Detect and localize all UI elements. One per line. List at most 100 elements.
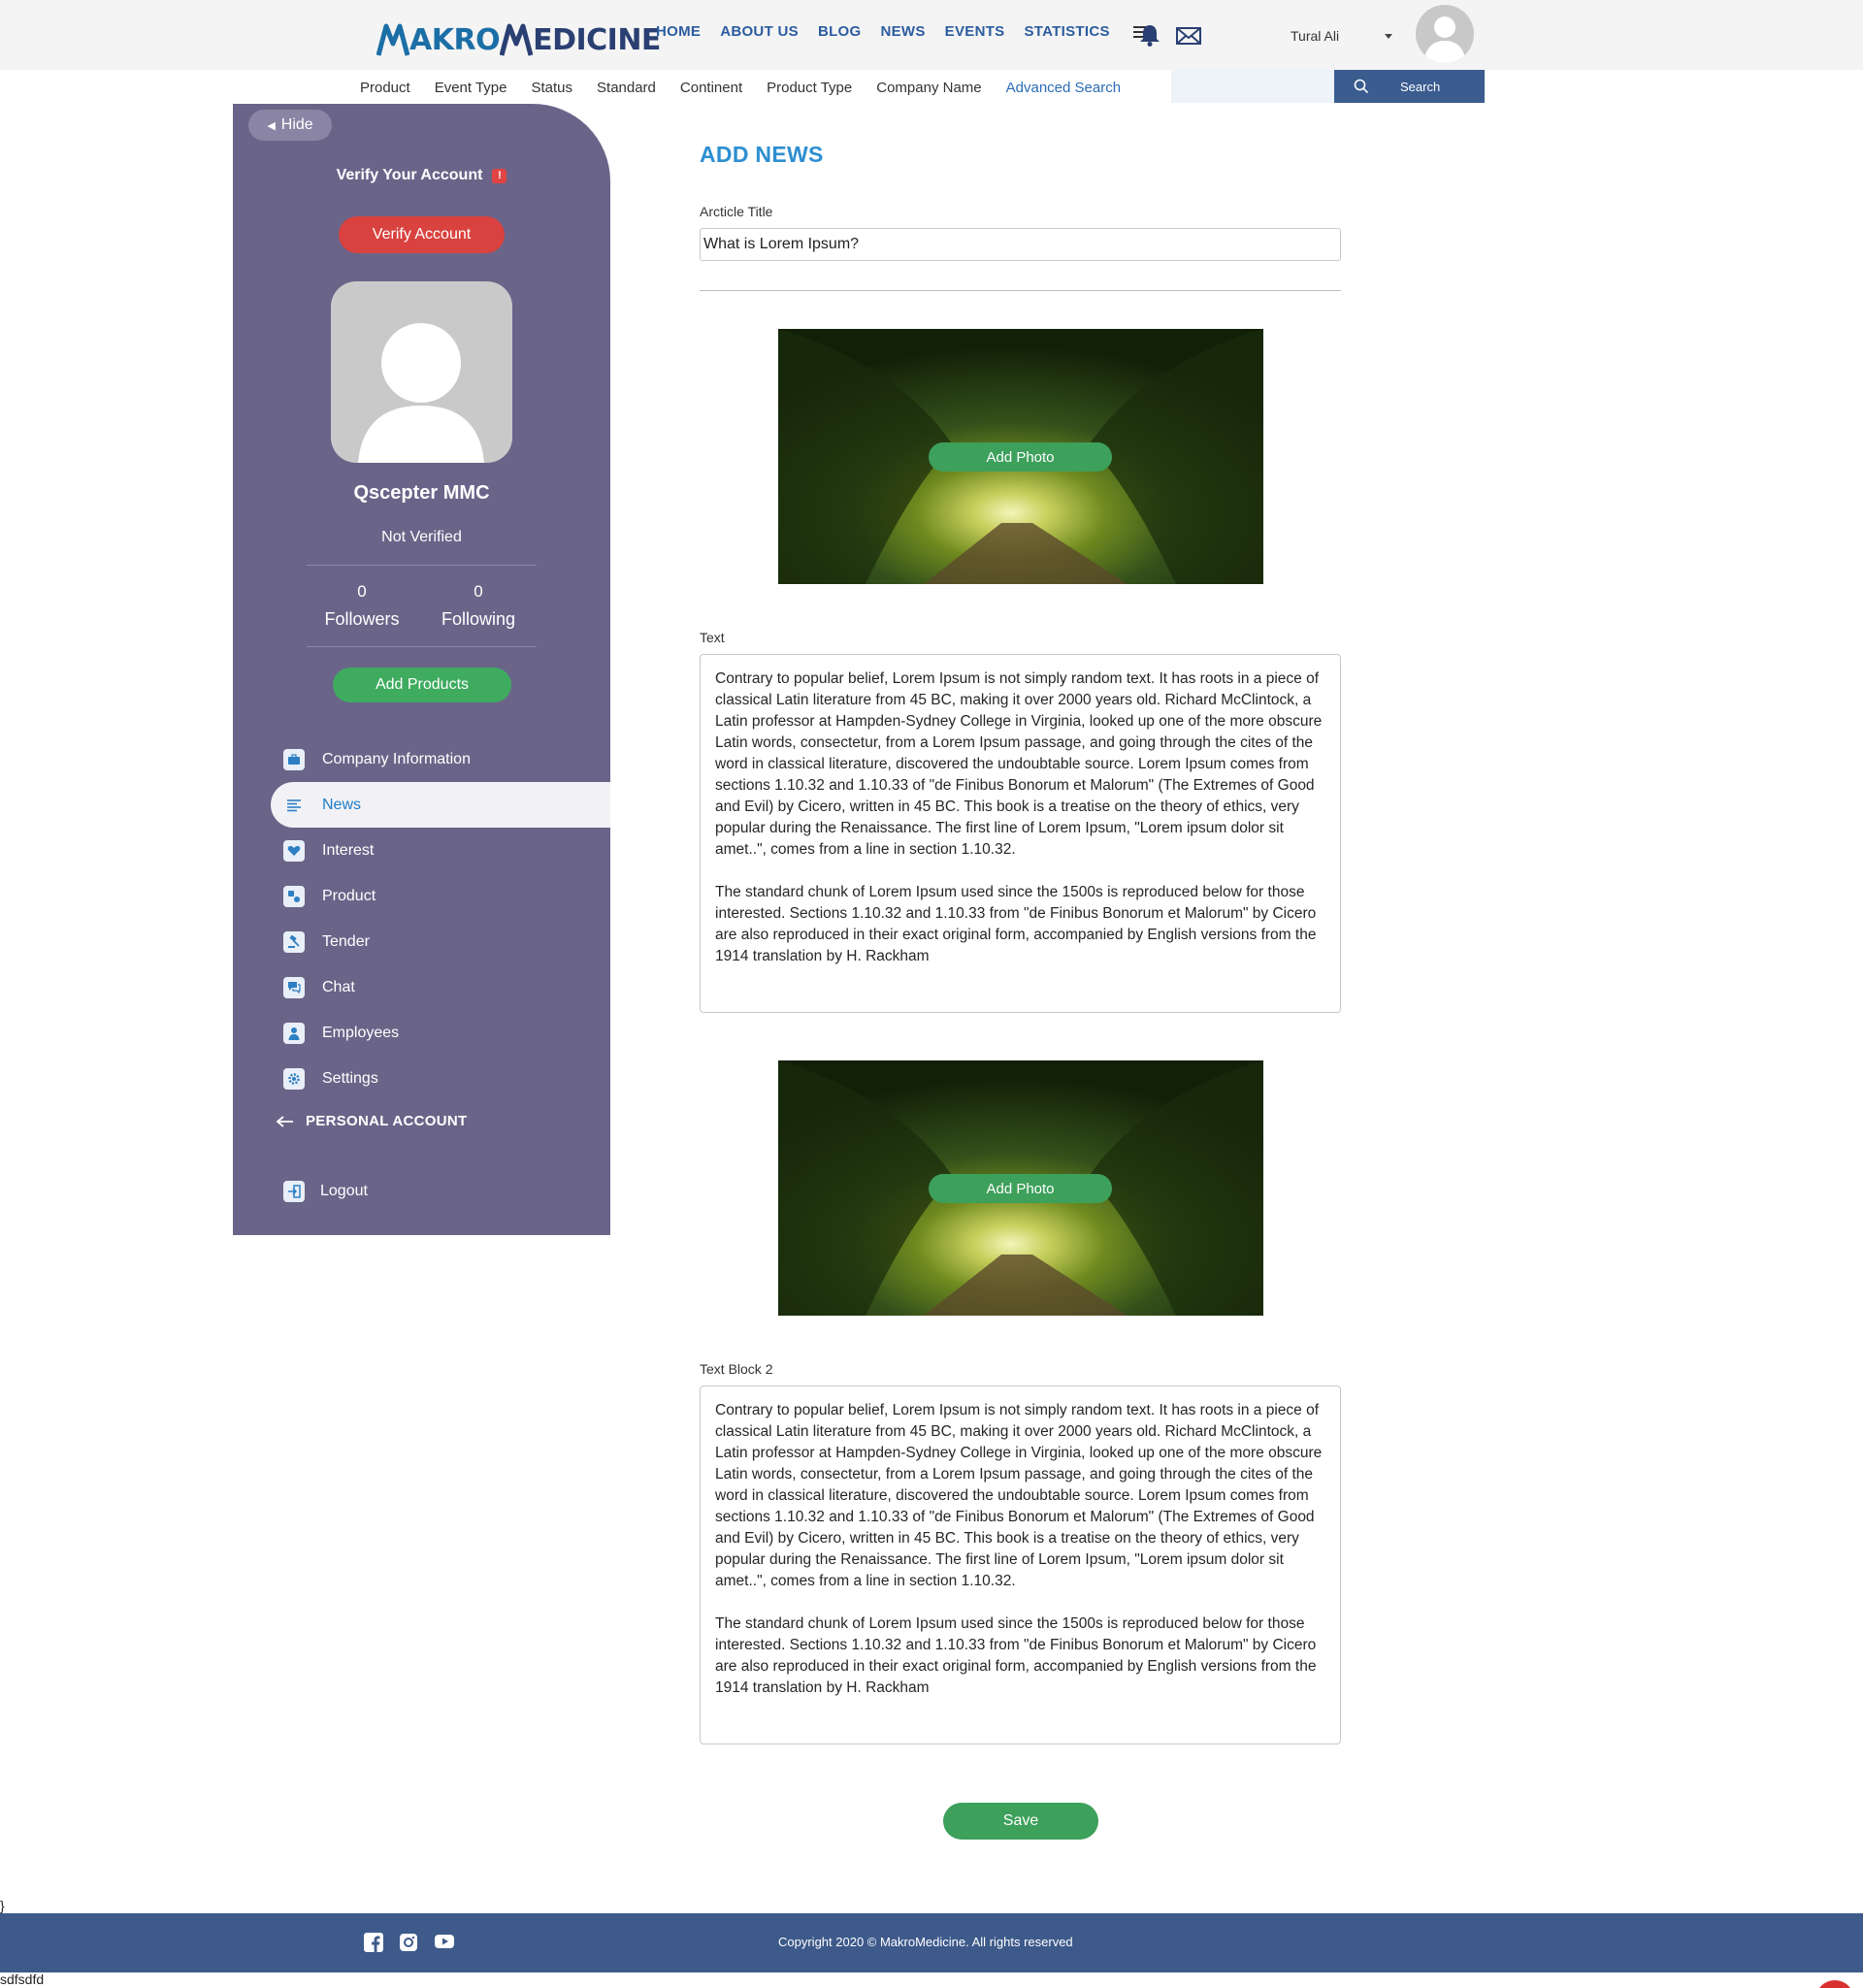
search-input[interactable] (1171, 70, 1334, 103)
filter-company-name[interactable]: Company Name (876, 80, 981, 96)
text-paragraph: Contrary to popular belief, Lorem Ipsum … (715, 670, 1323, 858)
text-block-2-area[interactable]: Contrary to popular belief, Lorem Ipsum … (700, 1385, 1341, 1744)
sidebar-item-chat[interactable]: Chat (271, 964, 610, 1010)
filter-continent[interactable]: Continent (680, 80, 742, 96)
search-button[interactable]: Search (1334, 70, 1485, 103)
search-icon (1354, 79, 1369, 97)
verify-title-text: Verify Your Account (336, 167, 483, 183)
sidebar-item-employees[interactable]: Employees (271, 1010, 610, 1056)
filter-event-type[interactable]: Event Type (435, 80, 507, 96)
youtube-icon[interactable] (434, 1933, 455, 1957)
logo-text-makro: AKRO (409, 22, 501, 57)
logo-m-icon (376, 23, 409, 56)
filter-product[interactable]: Product (360, 80, 410, 96)
sidebar-item-label: Company Information (322, 750, 471, 767)
copyright-text: Copyright 2020 © MakroMedicine. All righ… (778, 1935, 1073, 1949)
following-stat[interactable]: 0 Following (430, 582, 527, 630)
gavel-icon (283, 930, 305, 953)
photo-upload-2[interactable]: Add Photo (778, 1060, 1263, 1316)
corner-widget[interactable] (1815, 1980, 1854, 1988)
sidebar-item-label: News (322, 796, 362, 813)
verify-title: Verify Your Account! (233, 167, 610, 184)
add-products-button[interactable]: Add Products (333, 668, 511, 702)
personal-account-link[interactable]: PERSONAL ACCOUNT (277, 1113, 467, 1129)
main-nav: HOME ABOUT US BLOG NEWS EVENTS STATISTIC… (656, 23, 1148, 40)
social-links (364, 1933, 455, 1957)
filter-bar: Product Event Type Status Standard Conti… (360, 76, 1121, 99)
nav-news[interactable]: NEWS (880, 23, 925, 40)
briefcase-icon (283, 748, 305, 770)
save-button[interactable]: Save (943, 1803, 1098, 1840)
filter-product-type[interactable]: Product Type (767, 80, 852, 96)
followers-count: 0 (357, 582, 367, 601)
article-title-input[interactable] (700, 228, 1341, 261)
footer-note: sdfsdfd (0, 1972, 45, 1987)
nav-about[interactable]: ABOUT US (720, 23, 799, 40)
top-header: AKRO EDICINE HOME ABOUT US BLOG NEWS EVE… (0, 0, 1863, 70)
text-paragraph: Contrary to popular belief, Lorem Ipsum … (715, 1402, 1323, 1589)
product-icon (283, 885, 305, 907)
nav-events[interactable]: EVENTS (945, 23, 1005, 40)
hide-label: Hide (280, 116, 313, 133)
sidebar: ◀ Hide Verify Your Account! Verify Accou… (233, 104, 610, 1235)
news-icon (283, 795, 305, 816)
sidebar-item-product[interactable]: Product (271, 873, 610, 919)
verification-status: Not Verified (381, 529, 462, 545)
makromedicine-logo[interactable]: AKRO EDICINE (376, 17, 661, 62)
following-label: Following (441, 609, 516, 629)
page-title: ADD NEWS (700, 142, 824, 167)
nav-blog[interactable]: BLOG (818, 23, 862, 40)
nav-statistics[interactable]: STATISTICS (1025, 23, 1110, 40)
text-label: Text (700, 630, 725, 645)
sidebar-divider (307, 646, 537, 647)
followers-label: Followers (324, 609, 400, 629)
add-photo-button[interactable]: Add Photo (929, 442, 1112, 472)
company-avatar[interactable] (331, 281, 512, 463)
followers-stat[interactable]: 0 Followers (313, 582, 410, 630)
sidebar-item-label: Interest (322, 841, 375, 859)
sidebar-item-label: Settings (322, 1069, 378, 1087)
add-photo-button[interactable]: Add Photo (929, 1174, 1112, 1203)
gear-icon (283, 1067, 305, 1090)
verify-account-button[interactable]: Verify Account (339, 216, 505, 253)
user-icon (283, 1022, 305, 1044)
user-name[interactable]: Tural Ali (1291, 28, 1339, 44)
user-avatar[interactable] (1416, 5, 1474, 63)
advanced-search-link[interactable]: Advanced Search (1006, 80, 1121, 96)
instagram-icon[interactable] (399, 1933, 418, 1957)
sidebar-item-label: Tender (322, 932, 370, 950)
logo-m2-icon (500, 23, 534, 56)
text-paragraph: The standard chunk of Lorem Ipsum used s… (715, 884, 1317, 964)
sidebar-item-interest[interactable]: Interest (271, 828, 610, 873)
sidebar-item-label: Chat (322, 978, 355, 995)
sidebar-menu: Company Information News Interest Produc… (271, 736, 610, 1101)
facebook-icon[interactable] (364, 1933, 383, 1957)
sidebar-item-settings[interactable]: Settings (271, 1056, 610, 1101)
follow-counts: 0 Followers 0 Following (313, 582, 527, 630)
sidebar-item-company-information[interactable]: Company Information (271, 736, 610, 782)
arrow-left-icon (277, 1115, 293, 1127)
filter-status[interactable]: Status (531, 80, 572, 96)
bell-icon[interactable] (1139, 23, 1160, 51)
sidebar-item-tender[interactable]: Tender (271, 919, 610, 964)
personal-account-label: PERSONAL ACCOUNT (306, 1113, 468, 1129)
filter-standard[interactable]: Standard (597, 80, 656, 96)
mail-icon[interactable] (1176, 23, 1201, 49)
warning-icon: ! (492, 169, 507, 183)
article-title-label: Arcticle Title (700, 204, 773, 219)
hide-sidebar-button[interactable]: ◀ Hide (248, 110, 332, 141)
sidebar-item-news[interactable]: News (271, 782, 610, 828)
footer: Copyright 2020 © MakroMedicine. All righ… (0, 1913, 1863, 1972)
logout-icon (283, 1181, 305, 1202)
company-name: Qscepter MMC (353, 482, 490, 504)
nav-home[interactable]: HOME (656, 23, 701, 40)
heart-icon (283, 839, 305, 862)
chat-icon (283, 976, 305, 998)
text-block-2-label: Text Block 2 (700, 1361, 773, 1377)
sidebar-item-label: Product (322, 887, 376, 904)
caret-left-icon: ◀ (267, 119, 276, 132)
logout-link[interactable]: Logout (283, 1181, 368, 1202)
caret-down-icon[interactable] (1385, 34, 1392, 39)
text-area[interactable]: Contrary to popular belief, Lorem Ipsum … (700, 654, 1341, 1013)
photo-upload-1[interactable]: Add Photo (778, 329, 1263, 584)
